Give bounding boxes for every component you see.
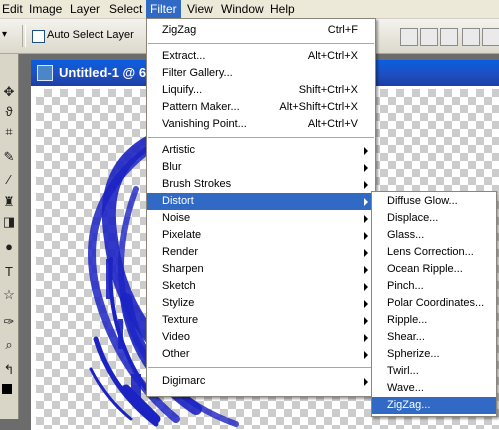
photoshop-document-icon <box>37 65 53 81</box>
eraser-tool-icon[interactable]: ◨ <box>1 214 17 230</box>
submenu-arrow-icon <box>364 266 368 274</box>
submenu-arrow-icon <box>364 300 368 308</box>
shape-tool-icon[interactable]: ☆ <box>1 287 17 303</box>
filter-menu: ZigZag Ctrl+F Extract... Alt+Ctrl+X Filt… <box>146 18 376 397</box>
menu-item-polar-coordinates[interactable]: Polar Coordinates... <box>372 295 496 312</box>
menu-item-extract[interactable]: Extract... Alt+Ctrl+X <box>147 48 375 65</box>
menu-item-sketch[interactable]: Sketch <box>147 278 375 295</box>
submenu-arrow-icon <box>364 283 368 291</box>
submenu-arrow-icon <box>364 334 368 342</box>
menu-item-artistic[interactable]: Artistic <box>147 142 375 159</box>
brush-tool-icon[interactable]: ∕ <box>1 172 17 188</box>
menu-filter[interactable]: Filter <box>146 0 181 18</box>
eyedropper-tool-icon[interactable]: ✑ <box>1 314 17 330</box>
menu-select[interactable]: Select <box>105 0 146 18</box>
menu-view[interactable]: View <box>183 0 217 18</box>
menu-image[interactable]: Image <box>25 0 66 18</box>
menu-item-ocean-ripple[interactable]: Ocean Ripple... <box>372 261 496 278</box>
menu-item-filter-gallery[interactable]: Filter Gallery... <box>147 65 375 82</box>
menu-item-blur[interactable]: Blur <box>147 159 375 176</box>
menu-item-shear[interactable]: Shear... <box>372 329 496 346</box>
submenu-arrow-icon <box>364 147 368 155</box>
menu-item-liquify[interactable]: Liquify... Shift+Ctrl+X <box>147 82 375 99</box>
crop-tool-icon[interactable]: ⌗ <box>1 124 17 140</box>
submenu-arrow-icon <box>364 249 368 257</box>
menu-item-pinch[interactable]: Pinch... <box>372 278 496 295</box>
options-separator <box>22 25 26 47</box>
tools-panel: ✥ ϑ ⌗ ✎ ∕ ♜ ◨ ● T ☆ ✑ ⌕ ↰ <box>0 54 19 419</box>
dodge-tool-icon[interactable]: ● <box>1 239 17 255</box>
menu-bar: Edit Image Layer Select Filter View Wind… <box>0 0 499 19</box>
menu-item-video[interactable]: Video <box>147 329 375 346</box>
menu-item-distort[interactable]: Distort <box>147 193 375 210</box>
submenu-arrow-icon <box>364 317 368 325</box>
menu-item-digimarc[interactable]: Digimarc <box>147 373 375 390</box>
menu-item-ripple[interactable]: Ripple... <box>372 312 496 329</box>
menu-item-pattern-maker[interactable]: Pattern Maker... Alt+Shift+Ctrl+X <box>147 99 375 116</box>
submenu-arrow-icon <box>364 198 368 206</box>
submenu-arrow-icon <box>364 181 368 189</box>
menu-edit[interactable]: Edit <box>0 0 27 18</box>
zoom-tool-icon[interactable]: ⌕ <box>1 337 17 353</box>
menu-item-sharpen[interactable]: Sharpen <box>147 261 375 278</box>
type-tool-icon[interactable]: T <box>1 264 17 280</box>
align-left-icon[interactable] <box>462 28 480 46</box>
lasso-tool-icon[interactable]: ϑ <box>1 104 17 120</box>
menu-item-zigzag[interactable]: ZigZag... <box>372 397 496 414</box>
submenu-arrow-icon <box>364 351 368 359</box>
align-vcenter-icon[interactable] <box>420 28 438 46</box>
distort-submenu: Diffuse Glow... Displace... Glass... Len… <box>371 191 497 417</box>
submenu-arrow-icon <box>364 232 368 240</box>
stamp-tool-icon[interactable]: ♜ <box>1 194 17 210</box>
menu-item-spherize[interactable]: Spherize... <box>372 346 496 363</box>
menu-item-diffuse-glow[interactable]: Diffuse Glow... <box>372 193 496 210</box>
menu-item-displace[interactable]: Displace... <box>372 210 496 227</box>
foreground-color-swatch[interactable] <box>2 384 12 394</box>
menu-layer[interactable]: Layer <box>66 0 104 18</box>
menu-item-brush-strokes[interactable]: Brush Strokes <box>147 176 375 193</box>
menu-item-wave[interactable]: Wave... <box>372 380 496 397</box>
menu-help[interactable]: Help <box>266 0 299 18</box>
menu-item-other[interactable]: Other <box>147 346 375 363</box>
menu-window[interactable]: Window <box>217 0 268 18</box>
auto-select-layer-label: Auto Select Layer <box>47 29 134 41</box>
auto-select-layer-checkbox[interactable] <box>32 30 45 43</box>
swap-colors-icon[interactable]: ↰ <box>1 362 17 378</box>
healing-brush-icon[interactable]: ✎ <box>1 149 17 165</box>
document-title: Untitled-1 @ 6 <box>59 65 147 80</box>
submenu-arrow-icon <box>364 378 368 386</box>
menu-separator <box>148 137 374 138</box>
submenu-arrow-icon <box>364 164 368 172</box>
menu-item-vanishing-point[interactable]: Vanishing Point... Alt+Ctrl+V <box>147 116 375 133</box>
align-top-icon[interactable] <box>400 28 418 46</box>
menu-separator <box>148 43 374 44</box>
menu-item-texture[interactable]: Texture <box>147 312 375 329</box>
menu-item-stylize[interactable]: Stylize <box>147 295 375 312</box>
tool-preset-dropdown-icon[interactable]: ▾ <box>2 29 7 40</box>
move-tool-icon[interactable]: ✥ <box>1 84 17 100</box>
menu-separator <box>148 367 374 368</box>
menu-item-lens-correction[interactable]: Lens Correction... <box>372 244 496 261</box>
menu-item-glass[interactable]: Glass... <box>372 227 496 244</box>
submenu-arrow-icon <box>364 215 368 223</box>
menu-item-noise[interactable]: Noise <box>147 210 375 227</box>
menu-item-last-filter[interactable]: ZigZag Ctrl+F <box>147 22 375 39</box>
menu-item-render[interactable]: Render <box>147 244 375 261</box>
align-hcenter-icon[interactable] <box>482 28 499 46</box>
align-bottom-icon[interactable] <box>440 28 458 46</box>
menu-item-pixelate[interactable]: Pixelate <box>147 227 375 244</box>
menu-item-twirl[interactable]: Twirl... <box>372 363 496 380</box>
